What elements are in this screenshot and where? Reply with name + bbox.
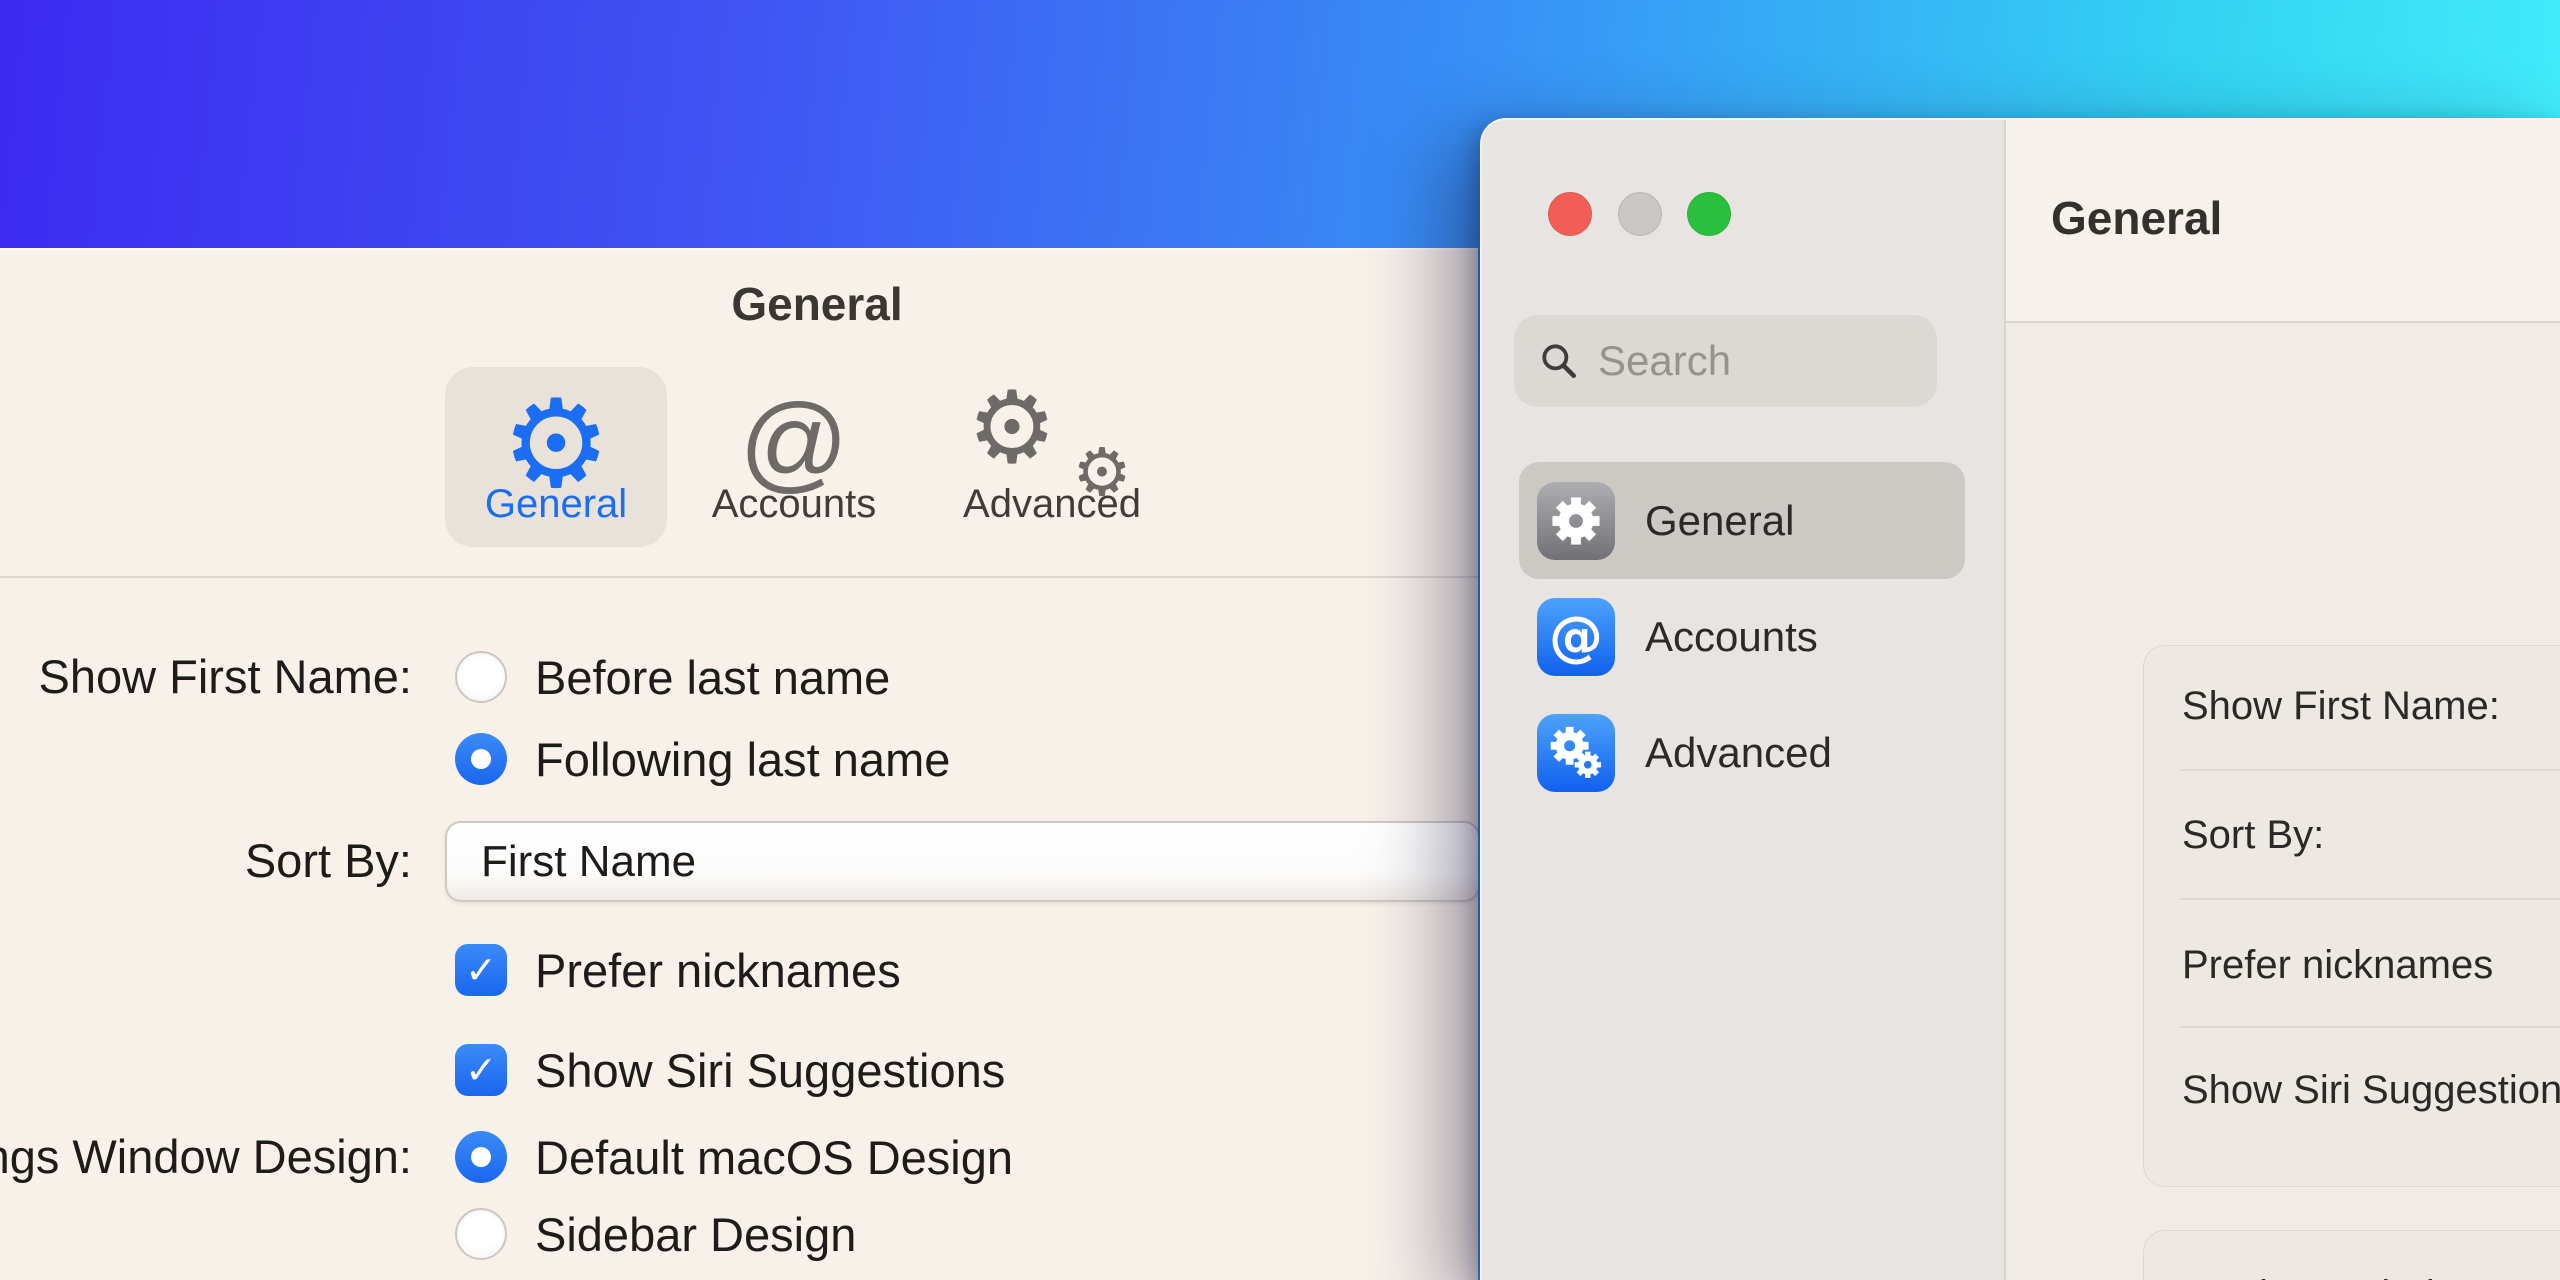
row-sort-by[interactable]: Sort By: [2182, 807, 2324, 863]
radio-before-last-name[interactable]: Before last name [455, 647, 890, 707]
checkbox-show-siri-suggestions[interactable]: ✓ Show Siri Suggestions [455, 1040, 1005, 1100]
page-title: General [2051, 192, 2223, 244]
old-preferences-window: General ⚙ General @ Accounts ⚙ ⚙ Advance… [0, 248, 1478, 1280]
row-show-first-name[interactable]: Show First Name: [2182, 678, 2500, 734]
row-divider [2180, 769, 2560, 771]
row-divider [2180, 1026, 2560, 1028]
row-show-siri-suggestions[interactable]: Show Siri Suggestions [2182, 1062, 2560, 1118]
at-icon: @ [1537, 597, 1615, 676]
screen: General ⚙ General @ Accounts ⚙ ⚙ Advance… [0, 0, 2560, 1280]
row-divider [2180, 898, 2560, 900]
radio-icon-selected[interactable] [455, 1131, 507, 1183]
minimize-button[interactable] [1618, 192, 1662, 236]
checkbox-checked-icon[interactable]: ✓ [455, 944, 507, 996]
gear-icon [1537, 481, 1615, 560]
search-input[interactable]: Search [1514, 315, 1937, 407]
checkbox-prefer-nicknames[interactable]: ✓ Prefer nicknames [455, 940, 901, 1000]
new-settings-window: Search General @ Accounts Advanced Gener… [1480, 118, 2560, 1280]
search-icon [1542, 344, 1577, 379]
zoom-button[interactable] [1687, 192, 1731, 236]
radio-default-macos-design[interactable]: Default macOS Design [455, 1127, 1013, 1187]
settings-group-card-2: Settings Window Design: [2143, 1230, 2560, 1280]
radio-icon[interactable] [455, 1208, 507, 1260]
content-header: General [2006, 120, 2560, 323]
at-icon: @ [739, 381, 849, 502]
radio-icon[interactable] [455, 651, 507, 703]
row-prefer-nicknames[interactable]: Prefer nicknames [2182, 937, 2493, 993]
settings-content-pane: General Show First Name: Sort By: Prefer… [2004, 120, 2560, 1280]
window-title: General [731, 278, 903, 330]
toolbar-divider [0, 576, 1478, 578]
settings-group-card: Show First Name: Sort By: Prefer nicknam… [2143, 645, 2560, 1187]
search-placeholder: Search [1598, 337, 1732, 384]
window-design-label: Settings Window Design: [0, 1130, 412, 1183]
gears-icon [1537, 713, 1615, 792]
sort-by-dropdown[interactable]: First Name [445, 821, 1478, 902]
sidebar-item-accounts[interactable]: @ Accounts [1519, 578, 1965, 695]
sort-by-value: First Name [481, 836, 697, 886]
show-first-name-label: Show First Name: [38, 650, 412, 703]
checkbox-checked-icon[interactable]: ✓ [455, 1044, 507, 1096]
sidebar-item-general[interactable]: General [1519, 462, 1965, 579]
radio-sidebar-design[interactable]: Sidebar Design [455, 1204, 856, 1264]
tab-advanced-label: Advanced [963, 482, 1141, 526]
sidebar-item-advanced[interactable]: Advanced [1519, 694, 1965, 811]
tab-accounts-label: Accounts [711, 482, 877, 526]
close-button[interactable] [1548, 192, 1592, 236]
sort-by-label: Sort By: [244, 834, 412, 887]
settings-sidebar: Search General @ Accounts Advanced [1482, 120, 2004, 1280]
radio-icon-selected[interactable] [455, 733, 507, 785]
tab-general-label: General [484, 482, 628, 526]
radio-following-last-name[interactable]: Following last name [455, 729, 950, 789]
row-settings-window-design[interactable]: Settings Window Design: [2188, 1267, 2560, 1280]
